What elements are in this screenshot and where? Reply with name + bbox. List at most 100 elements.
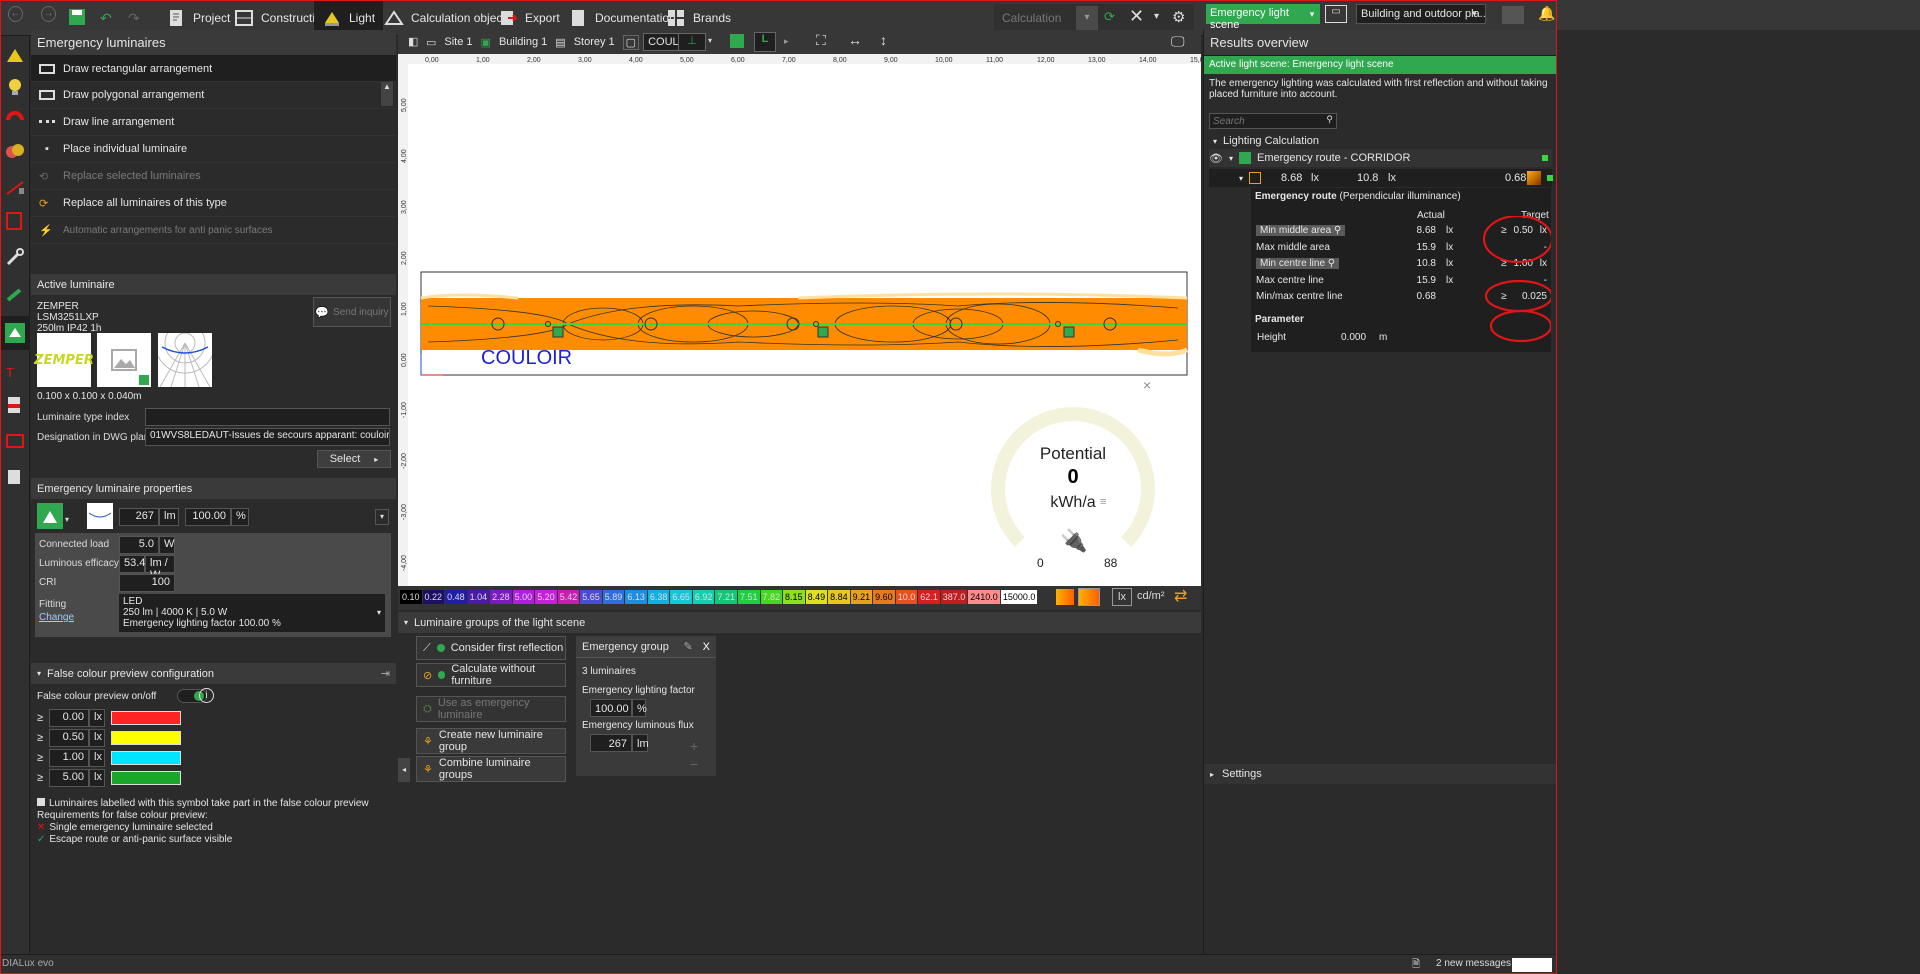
info-icon[interactable]: i bbox=[199, 688, 214, 703]
route-row[interactable]: 👁 ▾ Emergency route - CORRIDOR bbox=[1209, 149, 1552, 167]
change-link[interactable]: Change bbox=[39, 612, 74, 623]
plus-icon[interactable]: + bbox=[690, 738, 698, 754]
command-automatic-arrangements[interactable]: ⚡ Automatic arrangements for anti panic s… bbox=[31, 217, 396, 244]
scene-settings-icon[interactable]: ▭ bbox=[1325, 5, 1347, 23]
flux-input[interactable]: 267 bbox=[590, 734, 632, 752]
calculation-dropdown-icon[interactable]: ▾ bbox=[1076, 6, 1098, 30]
scale-swatch[interactable]: 10.0 bbox=[895, 590, 918, 604]
scale-swatch[interactable]: 7.51 bbox=[737, 590, 760, 604]
scale-swatch[interactable]: 0.22 bbox=[422, 590, 445, 604]
summary-row[interactable]: ▾ 8.68 lx 10.8 lx 0.68 bbox=[1209, 169, 1553, 187]
scale-swatch[interactable]: 7.82 bbox=[760, 590, 783, 604]
scale-swatch[interactable]: 1.04 bbox=[467, 590, 490, 604]
message-icon[interactable]: 🗎 bbox=[1412, 957, 1420, 974]
save-icon[interactable] bbox=[68, 8, 86, 26]
colour-swatch[interactable] bbox=[111, 771, 182, 785]
combine-groups-button[interactable]: ⚘ Combine luminaire groups bbox=[416, 756, 566, 782]
scale-swatch[interactable]: 8.49 bbox=[805, 590, 828, 604]
scale-swatch[interactable]: 5.65 bbox=[580, 590, 602, 604]
floor-plan-icon[interactable] bbox=[1502, 6, 1524, 24]
measure-icon[interactable]: ↔ bbox=[848, 32, 862, 48]
settings-bar[interactable]: ▸ Settings bbox=[1204, 764, 1557, 784]
notification-bell-icon[interactable]: 🔔 bbox=[1538, 5, 1555, 22]
breadcrumb-site[interactable]: Site 1 bbox=[440, 34, 476, 50]
scale-swatch[interactable]: 9.21 bbox=[850, 590, 873, 604]
type-index-input[interactable] bbox=[145, 408, 390, 426]
back-icon[interactable]: ← bbox=[8, 6, 23, 22]
pin-icon[interactable]: ⇥ bbox=[381, 667, 390, 680]
colour-swatch[interactable] bbox=[111, 751, 182, 765]
command-list-scrollbar[interactable]: ▲ bbox=[381, 82, 393, 106]
close-calc-icon[interactable]: ✕ bbox=[1129, 6, 1144, 27]
view-select[interactable]: Building and outdoor pla... bbox=[1356, 4, 1486, 24]
percent-input[interactable]: 100.00 bbox=[185, 508, 231, 526]
groups-scroll-left-icon[interactable]: ◂ bbox=[398, 758, 410, 782]
page-icon[interactable] bbox=[4, 394, 26, 416]
lumen-input[interactable]: 267 bbox=[119, 508, 159, 526]
minus-icon[interactable]: − bbox=[690, 756, 698, 772]
text-icon[interactable]: T bbox=[4, 362, 26, 384]
more-tools-icon[interactable]: ▸ bbox=[784, 36, 789, 47]
create-group-button[interactable]: ⚘ Create new luminaire group bbox=[416, 728, 566, 754]
eye-icon[interactable]: 👁 bbox=[1209, 152, 1223, 165]
snap-icon[interactable]: ⊥ bbox=[678, 33, 706, 51]
calculate-icon[interactable]: ⟳ bbox=[1104, 9, 1115, 25]
distribution-thumb-icon[interactable] bbox=[87, 503, 113, 529]
command-replace-all[interactable]: ⟳ Replace all luminaires of this type bbox=[31, 190, 396, 217]
scale-swatch[interactable]: 15000.0 bbox=[1000, 590, 1038, 604]
scale-swatch[interactable]: 8.84 bbox=[828, 590, 850, 604]
height-measure-icon[interactable]: ↕ bbox=[880, 32, 887, 48]
undo-icon[interactable]: ↶ bbox=[100, 10, 112, 27]
calculate-without-furniture-toggle[interactable]: ⊘ Calculate without furniture bbox=[416, 663, 566, 687]
edit-icon[interactable]: ✎ bbox=[683, 640, 692, 653]
result-label[interactable]: Min centre line ⚲ bbox=[1256, 258, 1340, 269]
scale-swatch[interactable]: 6.38 bbox=[647, 590, 670, 604]
menu-lines-icon[interactable]: ≡ bbox=[1100, 496, 1106, 508]
scale-swatch[interactable]: 62.1 bbox=[918, 590, 940, 604]
select-button[interactable]: Select ▸ bbox=[317, 450, 391, 468]
magnet-icon[interactable] bbox=[4, 108, 26, 130]
send-inquiry-button[interactable]: 💬 Send inquiry bbox=[313, 297, 391, 327]
plan-canvas[interactable]: 0,00 1,00 2,00 3,00 4,00 5,00 6,00 7,00 8,00 9,00… bbox=[398, 54, 1201, 610]
colour-swatch[interactable] bbox=[111, 711, 182, 725]
search-input[interactable] bbox=[1210, 114, 1336, 128]
heatmap-thumb-icon[interactable] bbox=[1527, 171, 1541, 185]
arrangement-icon[interactable] bbox=[4, 176, 26, 198]
scale-swatch[interactable]: 8.15 bbox=[783, 590, 805, 604]
command-place-individual[interactable]: ▪ Place individual luminaire bbox=[31, 136, 396, 163]
factor-input[interactable]: 100.00 bbox=[590, 699, 632, 717]
messages-label[interactable]: 2 new messages bbox=[1436, 958, 1511, 969]
command-draw-polygonal[interactable]: Draw polygonal arrangement bbox=[31, 82, 396, 109]
scale-swatch[interactable]: 6.65 bbox=[670, 590, 692, 604]
scale-swatch[interactable]: 7.21 bbox=[715, 590, 737, 604]
layer-icon[interactable] bbox=[730, 34, 744, 48]
snap-chevron-icon[interactable]: ▾ bbox=[708, 36, 712, 45]
false-colour-header[interactable]: ▾ False colour preview configuration ⇥ bbox=[31, 663, 396, 684]
close-overlay-icon[interactable]: × bbox=[1143, 377, 1151, 393]
breadcrumb-storey[interactable]: Storey 1 bbox=[570, 34, 619, 50]
command-draw-line[interactable]: Draw line arrangement bbox=[31, 109, 396, 136]
fitting-box[interactable]: LED 250 lm | 4000 K | 5.0 W Emergency li… bbox=[119, 594, 385, 632]
colour-icon[interactable] bbox=[4, 140, 26, 162]
forward-icon[interactable]: → bbox=[41, 6, 56, 22]
frame-icon[interactable] bbox=[4, 430, 26, 452]
product-image-placeholder[interactable] bbox=[97, 333, 151, 387]
light-distribution-diagram[interactable] bbox=[158, 333, 212, 387]
delete-group-icon[interactable]: X bbox=[703, 641, 710, 653]
manufacturer-logo[interactable]: ZEMPER bbox=[34, 333, 94, 387]
scale-swatch[interactable]: 0.48 bbox=[445, 590, 467, 604]
potential-gauge[interactable]: Potential 0 kWh/a ≡ 🔌 0 88 bbox=[988, 404, 1158, 574]
tree-root[interactable]: ▾ Lighting Calculation bbox=[1209, 133, 1552, 149]
scale-swatch[interactable]: 387.0 bbox=[940, 590, 968, 604]
chart-icon[interactable] bbox=[4, 466, 26, 488]
scene-select[interactable]: Emergency light scene bbox=[1206, 4, 1320, 31]
command-replace-selected[interactable]: ⟲ Replace selected luminaires bbox=[31, 163, 396, 190]
command-draw-rectangular[interactable]: Draw rectangular arrangement bbox=[31, 56, 396, 82]
breadcrumb-building[interactable]: Building 1 bbox=[495, 34, 551, 50]
scale-swatch[interactable]: 6.13 bbox=[625, 590, 647, 604]
gear-icon[interactable]: ⚙ bbox=[1172, 8, 1185, 26]
redo-icon[interactable]: ↷ bbox=[128, 10, 140, 27]
gradient-mode-icon[interactable] bbox=[1056, 589, 1074, 605]
emergency-group-card[interactable]: Emergency group ✎ X 3 luminaires Emergen… bbox=[576, 636, 716, 776]
green-tool-icon[interactable] bbox=[4, 284, 26, 306]
